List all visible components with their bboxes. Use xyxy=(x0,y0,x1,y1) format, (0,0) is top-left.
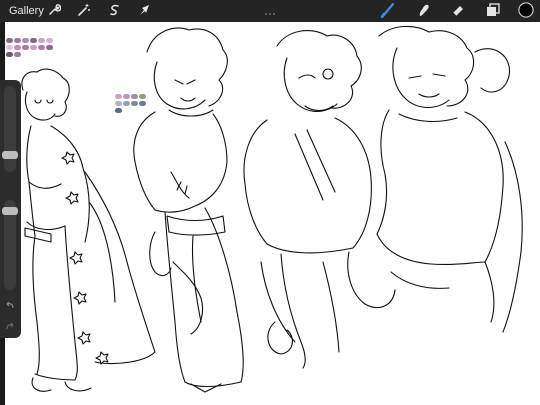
eraser-icon[interactable] xyxy=(450,2,466,18)
smudge-icon[interactable] xyxy=(416,2,432,18)
color-swatch[interactable] xyxy=(115,101,122,106)
top-toolbar: Gallery xyxy=(0,0,540,22)
color-swatch[interactable] xyxy=(30,38,37,43)
redo-icon[interactable] xyxy=(5,318,15,330)
gallery-button[interactable]: Gallery xyxy=(9,3,44,19)
color-swatch[interactable] xyxy=(14,45,21,50)
color-swatch[interactable] xyxy=(123,101,130,106)
color-swatch[interactable] xyxy=(46,38,53,43)
color-swatch[interactable] xyxy=(131,101,138,106)
brush-size-handle[interactable] xyxy=(2,151,18,159)
lineart-sketch xyxy=(21,25,523,393)
opacity-handle[interactable] xyxy=(2,207,18,215)
color-swatch[interactable] xyxy=(139,101,146,106)
color-swatch[interactable] xyxy=(6,38,13,43)
wrench-icon[interactable] xyxy=(46,2,62,18)
color-swatch[interactable] xyxy=(38,38,45,43)
color-swatch[interactable] xyxy=(22,45,29,50)
color-swatch[interactable] xyxy=(14,52,21,57)
color-swatch[interactable] xyxy=(6,52,13,57)
color-swatch-group-b[interactable] xyxy=(115,94,147,115)
layers-icon[interactable] xyxy=(485,2,501,18)
brush-icon[interactable] xyxy=(380,2,396,18)
color-swatch[interactable] xyxy=(115,94,122,99)
magic-wand-icon[interactable] xyxy=(76,2,92,18)
left-sidebar xyxy=(0,80,21,338)
color-swatch[interactable] xyxy=(6,45,13,50)
color-icon[interactable] xyxy=(518,2,534,18)
color-swatch[interactable] xyxy=(30,45,37,50)
color-swatch[interactable] xyxy=(131,94,138,99)
color-swatch[interactable] xyxy=(14,38,21,43)
color-swatch[interactable] xyxy=(139,94,146,99)
brush-size-slider[interactable] xyxy=(4,86,16,172)
color-swatch[interactable] xyxy=(123,94,130,99)
color-swatch[interactable] xyxy=(46,45,53,50)
color-swatch[interactable] xyxy=(22,38,29,43)
color-swatch[interactable] xyxy=(115,108,122,113)
drawing-canvas[interactable] xyxy=(5,22,540,405)
undo-icon[interactable] xyxy=(5,297,15,309)
grabber-dots-icon[interactable] xyxy=(262,3,278,15)
color-swatch-group-a[interactable] xyxy=(6,38,54,59)
transform-arrow-icon[interactable] xyxy=(136,2,152,18)
color-swatch[interactable] xyxy=(38,45,45,50)
selection-icon[interactable] xyxy=(107,2,123,18)
